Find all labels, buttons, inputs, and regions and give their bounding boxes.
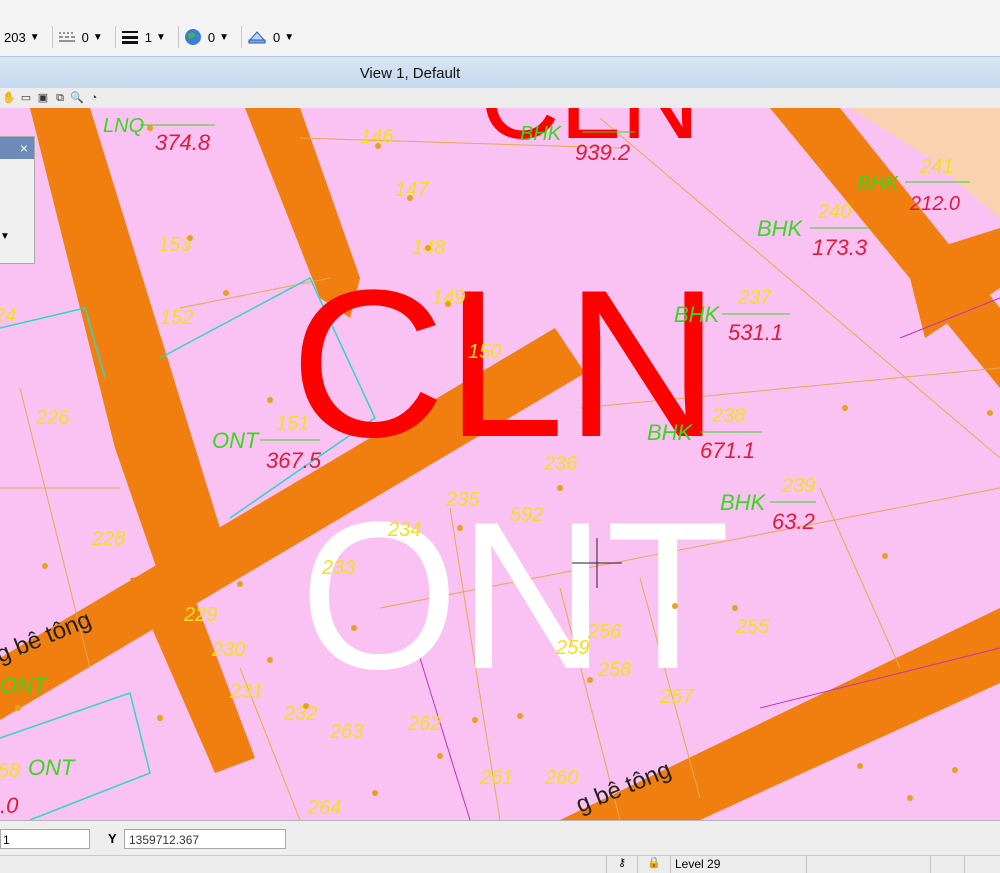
window-area-icon[interactable]: ▭ (19, 91, 33, 105)
fit-view-icon[interactable]: ▣ (36, 91, 50, 105)
svg-text:24: 24 (0, 305, 16, 327)
svg-text:229: 229 (183, 604, 217, 626)
globe-color-icon (184, 29, 201, 45)
y-coordinate-label: Y (108, 831, 117, 846)
svg-text:234: 234 (387, 519, 421, 541)
chevron-down-icon: ▼ (155, 31, 166, 43)
svg-text:LNQ: LNQ (103, 115, 144, 137)
line-style-combo[interactable]: 0 ▼ (48, 25, 111, 49)
svg-text:ONT: ONT (28, 755, 76, 780)
svg-text:259: 259 (555, 637, 589, 659)
chevron-down-icon: ▼ (219, 31, 230, 43)
chevron-down-icon: ▼ (92, 31, 103, 43)
svg-text:238: 238 (711, 405, 745, 427)
transparency-icon (247, 31, 267, 44)
status-cell (806, 856, 931, 873)
svg-text:239: 239 (781, 475, 815, 497)
svg-text:152: 152 (160, 307, 193, 329)
svg-text:235: 235 (445, 489, 480, 511)
view-titlebar: View 1, Default (0, 56, 1000, 89)
svg-text:237: 237 (737, 287, 772, 309)
svg-text:63.2: 63.2 (772, 509, 815, 534)
svg-text:241: 241 (919, 156, 953, 178)
color-combo[interactable]: 0 ▼ (174, 25, 237, 49)
svg-text:260: 260 (544, 767, 578, 789)
x-coordinate-field[interactable]: 1 (0, 829, 90, 849)
svg-text:939.2: 939.2 (575, 140, 630, 165)
svg-text:BHK: BHK (857, 173, 900, 195)
svg-text:231: 231 (229, 681, 263, 703)
svg-text:240: 240 (817, 201, 851, 223)
svg-text:212.0: 212.0 (909, 193, 960, 215)
chevron-down-icon[interactable]: ▼ (0, 231, 10, 242)
status-cell (930, 856, 965, 873)
svg-text:.0: .0 (0, 793, 19, 818)
level-value: 203 (4, 29, 26, 45)
cadastral-map[interactable]: CLN ONT CLN g bê tông g bê tông LNQ 374.… (0, 108, 1000, 820)
svg-text:671.1: 671.1 (700, 438, 755, 463)
svg-text:374.8: 374.8 (155, 130, 211, 155)
svg-text:ONT: ONT (212, 428, 260, 453)
status-strip: ⚷ 🔒 Level 29 (0, 855, 1000, 873)
chevron-down-icon: ▼ (284, 31, 295, 43)
svg-text:BHK: BHK (720, 490, 767, 515)
svg-text:151: 151 (276, 413, 309, 435)
key-icon[interactable]: ⚷ (606, 856, 637, 873)
pan-icon[interactable]: ✋ (2, 91, 16, 105)
svg-text:BHK: BHK (520, 123, 563, 145)
svg-text:173.3: 173.3 (812, 235, 868, 260)
transparency-combo[interactable]: 0 ▼ (237, 25, 302, 49)
svg-text:BHK: BHK (647, 420, 694, 445)
chevron-down-icon: ▼ (29, 31, 40, 43)
active-level[interactable]: Level 29 (670, 856, 806, 873)
svg-text:228: 228 (91, 528, 125, 550)
svg-text:236: 236 (543, 453, 578, 475)
level-combo[interactable]: 203 ▼ (0, 25, 48, 49)
view-title: View 1, Default (359, 65, 461, 82)
svg-text:233: 233 (321, 557, 355, 579)
svg-text:BHK: BHK (674, 302, 721, 327)
svg-text:264: 264 (307, 797, 341, 819)
dialog-close-button[interactable]: × (0, 137, 34, 159)
status-bar: 1 Y 1359712.367 ⚷ 🔒 Level 29 (0, 820, 1000, 873)
lock-icon[interactable]: 🔒 (637, 856, 670, 873)
svg-text:367.5: 367.5 (266, 448, 322, 473)
status-cell (964, 856, 1000, 873)
svg-text:255: 255 (735, 616, 770, 638)
line-weight-icon (121, 31, 138, 44)
road-segment (130, 573, 255, 773)
svg-text:263: 263 (329, 721, 363, 743)
svg-text:226: 226 (35, 407, 70, 429)
attributes-toolbar: 203 ▼ 0 ▼ 1 ▼ 0 ▼ 0 ▼ (0, 0, 1000, 57)
svg-text:592: 592 (510, 504, 543, 526)
svg-text:150: 150 (468, 341, 501, 363)
line-style-icon (58, 32, 75, 42)
camera-icon[interactable]: ◔ (87, 91, 101, 105)
svg-text:256: 256 (587, 621, 622, 643)
view-attributes-icon[interactable]: 🔍 (70, 91, 84, 105)
svg-text:261: 261 (479, 767, 513, 789)
svg-text:232: 232 (283, 703, 317, 725)
svg-text:258: 258 (597, 659, 631, 681)
svg-text:ONT: ONT (0, 673, 48, 698)
svg-text:531.1: 531.1 (728, 320, 783, 345)
svg-text:262: 262 (407, 713, 441, 735)
svg-text:257: 257 (659, 686, 694, 708)
svg-text:153: 153 (158, 234, 191, 256)
line-weight-combo[interactable]: 1 ▼ (111, 25, 174, 49)
view-control-bar: ✋ ▭ ▣ ⧉ 🔍 ◔ (0, 88, 1000, 109)
svg-text:BHK: BHK (757, 216, 804, 241)
svg-text:230: 230 (211, 639, 245, 661)
zone-label-cln: CLN (290, 246, 720, 481)
road-segment (30, 108, 220, 578)
svg-text:58: 58 (0, 760, 20, 782)
map-canvas[interactable]: CLN ONT CLN g bê tông g bê tông LNQ 374.… (0, 108, 1000, 820)
y-coordinate-field[interactable]: 1359712.367 (124, 829, 286, 849)
floating-dialog: × ▼ (0, 136, 35, 264)
copy-view-icon[interactable]: ⧉ (53, 91, 67, 105)
